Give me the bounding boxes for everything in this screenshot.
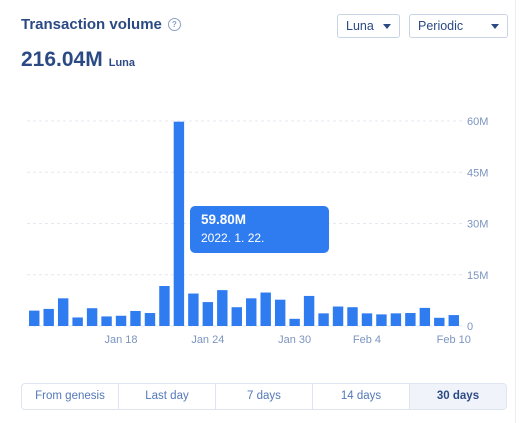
tooltip-date: 2022. 1. 22. (201, 231, 265, 245)
range-tab[interactable]: 14 days (313, 384, 410, 409)
bar[interactable] (419, 307, 431, 326)
bar[interactable] (43, 308, 54, 326)
bar[interactable] (274, 299, 286, 326)
bar-highlighted[interactable] (173, 121, 185, 327)
chart-tooltip: 59.80M 2022. 1. 22. (190, 206, 329, 253)
bar[interactable] (202, 302, 214, 326)
bar[interactable] (260, 292, 271, 326)
bar[interactable] (390, 313, 402, 326)
bar[interactable] (332, 306, 344, 326)
bar[interactable] (361, 313, 373, 326)
bar[interactable] (318, 313, 329, 326)
range-tab[interactable]: 7 days (216, 384, 313, 409)
y-tick-label: 0 (467, 321, 473, 333)
y-tick-label: 60M (467, 116, 488, 128)
bar[interactable] (376, 314, 387, 326)
bar[interactable] (303, 295, 315, 326)
x-tick-label: Feb 10 (437, 334, 471, 346)
bar[interactable] (231, 307, 242, 326)
bar[interactable] (115, 315, 127, 326)
x-tick-label: Jan 18 (105, 334, 138, 346)
bar[interactable] (434, 317, 445, 326)
bar[interactable] (246, 298, 257, 326)
range-tabs: From genesis Last day 7 days 14 days 30 days (21, 383, 507, 410)
bar[interactable] (57, 298, 69, 326)
bar[interactable] (144, 313, 156, 326)
bar[interactable] (217, 290, 228, 327)
bar[interactable] (86, 308, 98, 326)
bar[interactable] (448, 315, 459, 326)
volume-bar-chart: 60M 45M 30M 15M 0 Jan 18 Jan 24 Jan 30 Feb 4 Feb … (27, 116, 488, 346)
y-tick-label: 15M (467, 270, 488, 282)
bar[interactable] (130, 310, 141, 326)
x-tick-label: Feb 4 (353, 334, 381, 346)
x-tick-label: Jan 30 (278, 334, 311, 346)
bar[interactable] (289, 318, 300, 326)
range-tab[interactable]: 30 days (410, 384, 506, 409)
tooltip-value: 59.80M (201, 212, 247, 227)
range-tab[interactable]: From genesis (22, 384, 119, 409)
bar[interactable] (72, 317, 83, 326)
bar[interactable] (159, 286, 170, 326)
bar[interactable] (347, 307, 358, 326)
range-tab[interactable]: Last day (119, 384, 216, 409)
bar[interactable] (188, 293, 199, 326)
y-tick-label: 30M (467, 219, 488, 231)
bar[interactable] (29, 310, 40, 327)
y-tick-label: 45M (467, 167, 488, 179)
bar[interactable] (405, 313, 416, 326)
bar[interactable] (101, 316, 112, 326)
transaction-volume-card: Transaction volume ? 216.04M Luna Luna P… (0, 0, 516, 423)
x-tick-label: Jan 24 (191, 334, 224, 346)
